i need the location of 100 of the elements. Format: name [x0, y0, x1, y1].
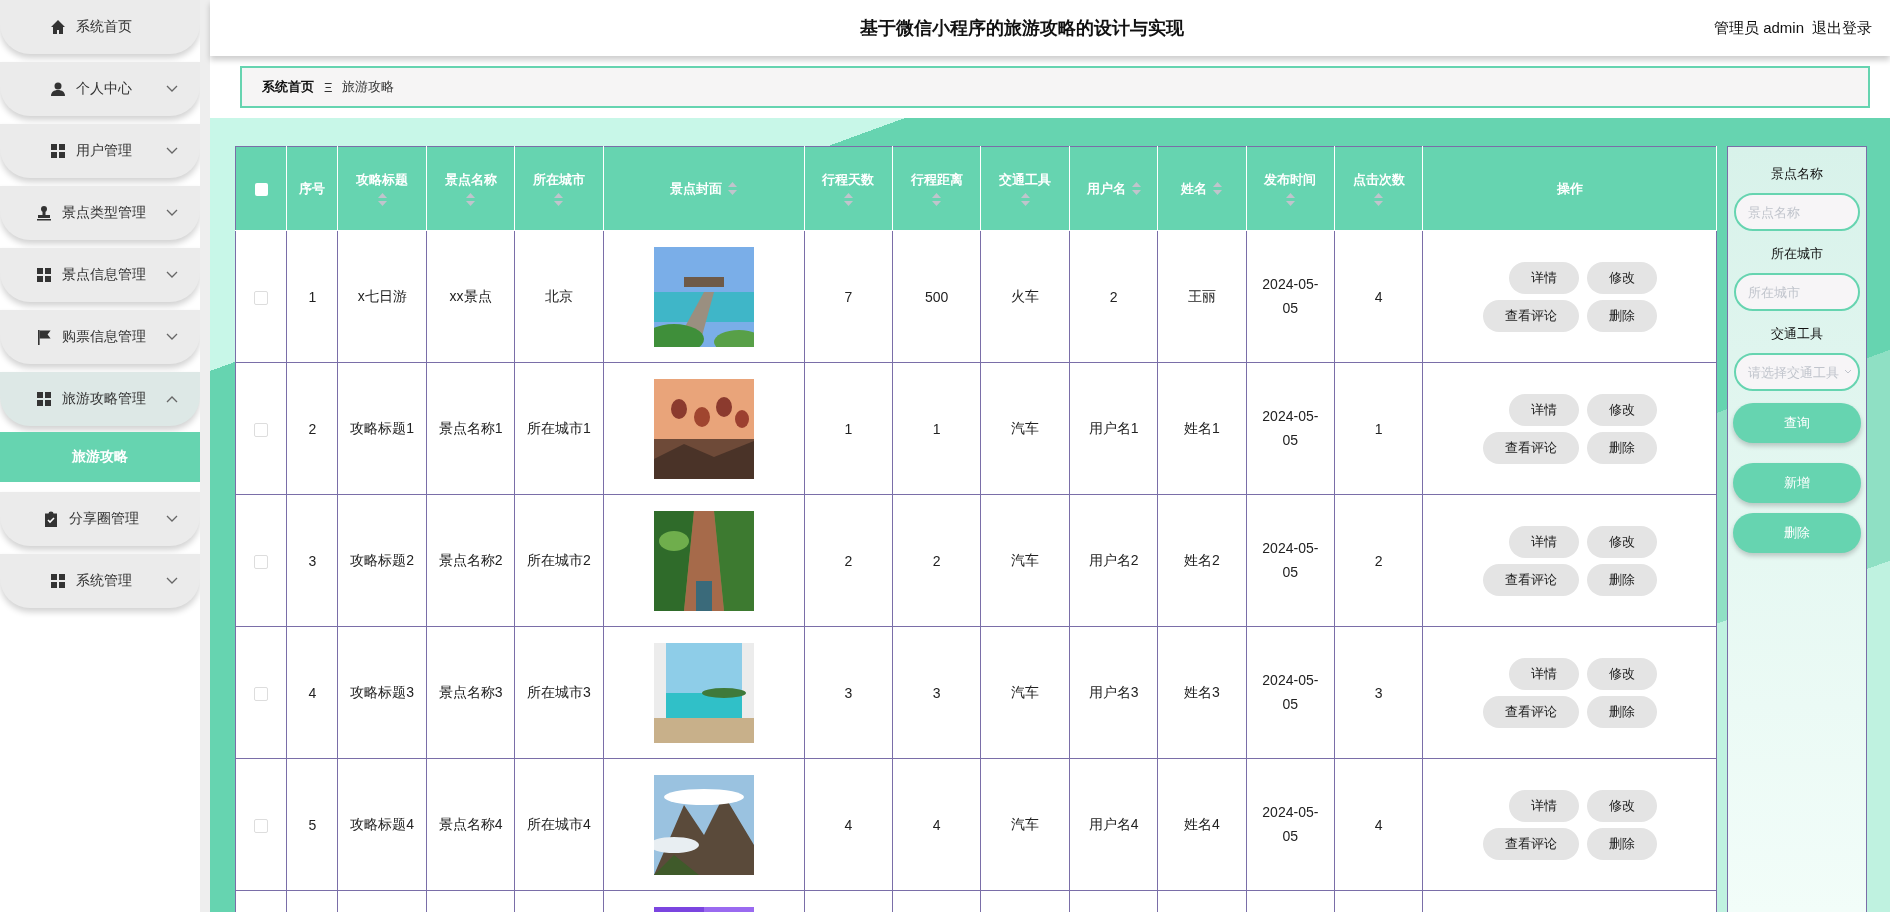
table-cell: 汽车 — [1011, 551, 1040, 568]
sidebar-item[interactable]: 购票信息管理 — [0, 310, 200, 364]
table-cell: 3 — [932, 684, 941, 701]
table-cell: 所在城市4 — [527, 815, 591, 832]
table-cell: 3 — [844, 684, 853, 701]
table-cell: 汽车 — [1011, 683, 1040, 700]
table-cell: 用户名4 — [1088, 815, 1139, 832]
action-button[interactable]: 查看评论 — [1482, 827, 1579, 860]
table-cell: 用户名3 — [1088, 683, 1139, 700]
action-button[interactable]: 查看评论 — [1482, 299, 1579, 332]
chevron-icon — [166, 515, 178, 523]
action-button[interactable]: 修改 — [1586, 261, 1657, 294]
breadcrumb-item[interactable]: 旅游攻略 — [342, 78, 395, 96]
chevron-icon — [166, 333, 178, 341]
table-cell: 4 — [308, 684, 317, 701]
field-label: 交通工具 — [1771, 325, 1823, 343]
grid-icon — [36, 267, 52, 283]
action-button[interactable]: 修改 — [1586, 789, 1657, 822]
action-button[interactable]: 删除 — [1586, 299, 1657, 332]
table-cell: 所在城市3 — [527, 683, 591, 700]
sort-icon[interactable] — [843, 193, 853, 206]
action-button[interactable]: 详情 — [1508, 657, 1579, 690]
table-cell: 姓名4 — [1184, 815, 1220, 832]
breadcrumb-item[interactable]: 系统首页 — [262, 78, 314, 96]
table-cell: 景点名称4 — [438, 815, 503, 832]
stamp-icon — [36, 205, 52, 221]
sort-icon[interactable] — [1285, 193, 1295, 206]
table-cell: 4 — [1374, 816, 1383, 833]
action-button[interactable]: 删除 — [1586, 563, 1657, 596]
table-cell: 3 — [1374, 684, 1383, 701]
action-button[interactable]: 修改 — [1586, 525, 1657, 558]
table-cell: 用户名2 — [1088, 551, 1139, 568]
grid-icon — [50, 573, 66, 589]
sort-icon[interactable] — [728, 182, 738, 195]
sort-icon[interactable] — [1374, 193, 1384, 206]
sort-icon[interactable] — [1213, 182, 1223, 195]
field-label: 所在城市 — [1771, 245, 1823, 263]
sidebar-item[interactable]: 旅游攻略管理 — [0, 372, 200, 426]
clipboard-icon — [43, 511, 59, 527]
sidebar-item[interactable]: 用户管理 — [0, 124, 200, 178]
action-button[interactable]: 修改 — [1586, 393, 1657, 426]
table-cell: 1 — [844, 420, 853, 437]
action-button[interactable]: 修改 — [1586, 657, 1657, 690]
table-cell: 2 — [1109, 288, 1118, 305]
sidebar-item[interactable]: 景点信息管理 — [0, 248, 200, 302]
table-cell: 4 — [1374, 288, 1383, 305]
action-button[interactable]: 删除 — [1586, 827, 1657, 860]
table-cell: 2 — [932, 552, 941, 569]
home-icon — [50, 19, 66, 35]
action-button[interactable]: 详情 — [1508, 789, 1579, 822]
checkbox[interactable] — [254, 818, 269, 833]
column-header: 操作 — [1556, 179, 1583, 198]
checkbox[interactable] — [254, 422, 269, 437]
checkbox[interactable] — [254, 686, 269, 701]
table-cell: 1 — [932, 420, 941, 437]
checkbox[interactable] — [254, 183, 268, 197]
chevron-icon — [166, 395, 178, 403]
table-cell: 4 — [844, 816, 853, 833]
table-cell: 攻略标题3 — [350, 683, 415, 700]
grid-icon — [50, 143, 66, 159]
sort-icon[interactable] — [932, 193, 942, 206]
table-cell: 攻略标题4 — [350, 815, 415, 832]
action-button[interactable]: 删除 — [1586, 695, 1657, 728]
table-cell-text: 2024-05-05 — [1261, 274, 1320, 318]
checkbox[interactable] — [254, 554, 269, 569]
table-cell: 4 — [932, 816, 941, 833]
action-button[interactable]: 查看评论 — [1482, 431, 1579, 464]
table-cell: 2 — [844, 552, 853, 569]
logout-link[interactable]: 退出登录 — [1812, 18, 1872, 38]
sidebar-item[interactable]: 景点类型管理 — [0, 186, 200, 240]
sort-icon[interactable] — [1131, 182, 1141, 195]
table-cell: 攻略标题1 — [350, 419, 415, 436]
caret-icon — [1844, 369, 1852, 375]
table-cell: 火车 — [1011, 287, 1040, 304]
table-cell: 王丽 — [1187, 287, 1216, 304]
table-cell: 500 — [925, 288, 949, 305]
table-cell: 姓名3 — [1184, 683, 1220, 700]
action-button[interactable]: 删除 — [1586, 431, 1657, 464]
sort-icon[interactable] — [377, 193, 387, 206]
action-button[interactable]: 查看评论 — [1482, 563, 1579, 596]
table-cell: 1 — [308, 288, 317, 305]
sidebar-item[interactable]: 个人中心 — [0, 62, 200, 116]
table-cell: 汽车 — [1011, 419, 1040, 436]
sidebar-item[interactable]: 分享圈管理 — [0, 492, 200, 546]
sort-icon[interactable] — [554, 193, 564, 206]
table-cell: 用户名1 — [1088, 419, 1139, 436]
action-button[interactable]: 详情 — [1508, 393, 1579, 426]
sidebar-item[interactable]: 系统首页 — [0, 0, 200, 54]
separator-icon: Ξ — [324, 79, 333, 95]
sort-icon[interactable] — [1020, 193, 1030, 206]
action-button[interactable]: 详情 — [1508, 261, 1579, 294]
sidebar-item[interactable]: 系统管理 — [0, 554, 200, 608]
action-button[interactable]: 详情 — [1508, 525, 1579, 558]
checkbox[interactable] — [254, 290, 269, 305]
table-cell-text: 2024-05-05 — [1261, 538, 1320, 582]
table-cell: xx景点 — [449, 287, 492, 304]
user-label: 管理员 admin — [1713, 18, 1804, 38]
action-button[interactable]: 查看评论 — [1482, 695, 1579, 728]
table-cell-text: 2024-05-05 — [1261, 406, 1320, 450]
sort-icon[interactable] — [466, 193, 476, 206]
